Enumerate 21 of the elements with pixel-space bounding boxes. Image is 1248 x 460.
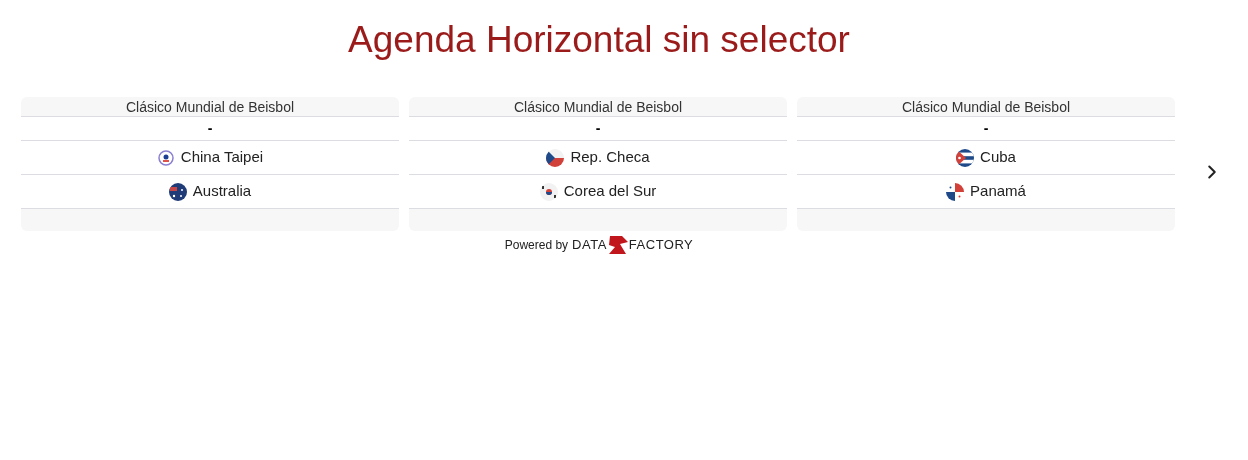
team-name: China Taipei bbox=[180, 147, 264, 168]
score-text: - bbox=[983, 119, 989, 138]
flag-icon bbox=[539, 182, 558, 201]
page-title: Agenda Horizontal sin selector bbox=[348, 18, 850, 62]
flag-icon bbox=[946, 182, 965, 201]
team-name: Australia bbox=[192, 181, 252, 202]
flag-icon bbox=[156, 148, 175, 167]
team-name: Corea del Sur bbox=[563, 181, 657, 202]
score-text: - bbox=[595, 119, 601, 138]
flag-icon bbox=[546, 148, 565, 167]
team-name: Rep. Checa bbox=[570, 147, 650, 168]
team-name: Cuba bbox=[980, 147, 1016, 168]
flag-icon bbox=[956, 148, 975, 167]
competition-header: Clásico Mundial de Beisbol bbox=[409, 97, 787, 117]
competition-header: Clásico Mundial de Beisbol bbox=[21, 97, 399, 117]
flag-icon bbox=[168, 182, 187, 201]
company-logo: DATA FACTORY bbox=[572, 235, 694, 255]
powered-by-text: Powered by bbox=[504, 237, 569, 254]
score-text: - bbox=[207, 119, 213, 138]
team-name: Panamá bbox=[970, 181, 1026, 202]
competition-header: Clásico Mundial de Beisbol bbox=[797, 97, 1175, 117]
